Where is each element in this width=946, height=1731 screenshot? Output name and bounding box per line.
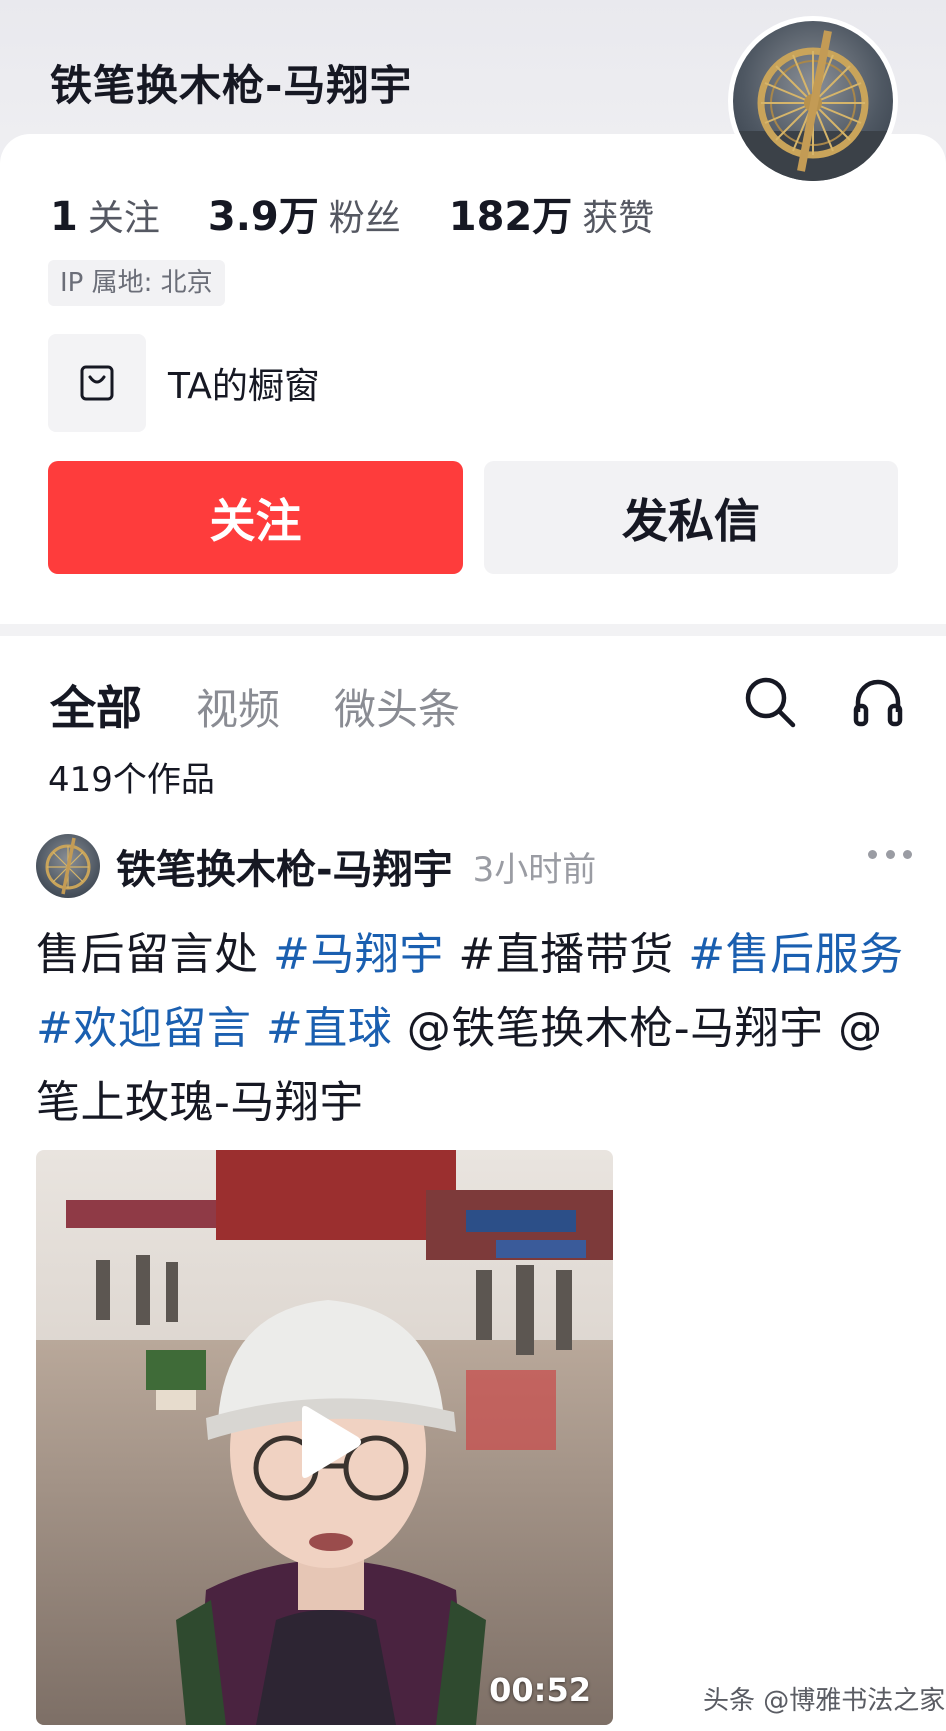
stat-followers-count: 3.9万 (207, 194, 319, 240)
tab-micro-posts[interactable]: 微头条 (334, 676, 460, 737)
shop-window-entry[interactable]: TA的橱窗 (48, 334, 320, 432)
play-icon[interactable] (294, 1404, 364, 1480)
stat-following-label: 关注 (87, 198, 160, 239)
post-body: 售后留言处 #马翔宇 #直播带货 #售后服务 #欢迎留言 #直球 @铁笔换木枪-… (36, 918, 916, 1140)
profile-username: 铁笔换木枪-马翔宇 (50, 61, 413, 110)
post-timestamp: 3小时前 (472, 849, 597, 890)
post-header: 铁笔换木枪-马翔宇 3小时前 (36, 834, 912, 898)
follow-button[interactable]: 关注 (48, 461, 463, 574)
stat-likes-count: 182万 (448, 194, 573, 240)
profile-page: 铁笔换木枪-马翔宇 1 关注 3.9万 粉丝 182万 获赞 IP 属地: 北京… (0, 0, 946, 1731)
video-duration: 00:52 (489, 1671, 591, 1709)
hashtag-link[interactable]: #马翔宇 (273, 929, 444, 980)
watermark-text: 头条 @博雅书法之家 (703, 1686, 946, 1716)
post-text-segment (251, 1003, 266, 1054)
hashtag-link[interactable]: #售后服务 (688, 929, 903, 980)
headphones-icon[interactable] (850, 674, 906, 730)
stat-followers[interactable]: 3.9万 粉丝 (208, 184, 401, 242)
profile-stats: 1 关注 3.9万 粉丝 182万 获赞 (50, 184, 702, 242)
stat-following-count: 1 (50, 194, 78, 240)
ip-location-tag: IP 属地: 北京 (48, 260, 225, 306)
stat-likes[interactable]: 182万 获赞 (449, 184, 655, 242)
video-thumbnail[interactable]: 00:52 (36, 1150, 613, 1725)
search-icon[interactable] (740, 672, 800, 732)
post-author-name[interactable]: 铁笔换木枪-马翔宇 (116, 837, 453, 895)
hashtag-link[interactable]: #欢迎留言 (36, 1003, 251, 1054)
shop-window-label: TA的橱窗 (168, 366, 320, 407)
stat-followers-label: 粉丝 (328, 198, 401, 239)
send-message-button[interactable]: 发私信 (484, 461, 898, 574)
section-divider (0, 624, 946, 636)
post-text-segment: #直播带货 (443, 929, 689, 980)
bicycle-wheel-avatar (733, 30, 893, 181)
shopping-bag-icon (48, 334, 146, 432)
stat-following[interactable]: 1 关注 (50, 189, 160, 241)
hashtag-link[interactable]: #直球 (266, 1003, 392, 1054)
stat-likes-label: 获赞 (582, 198, 655, 239)
tab-all[interactable]: 全部 (50, 672, 142, 738)
post-text-segment: 售后留言处 (36, 929, 273, 980)
more-dots-icon[interactable] (868, 844, 912, 864)
works-count: 419个作品 (48, 760, 215, 800)
content-tabs: 全部 视频 微头条 (50, 672, 514, 738)
tab-videos[interactable]: 视频 (196, 676, 280, 737)
post-author-avatar[interactable] (36, 834, 100, 898)
profile-avatar[interactable] (728, 16, 898, 186)
